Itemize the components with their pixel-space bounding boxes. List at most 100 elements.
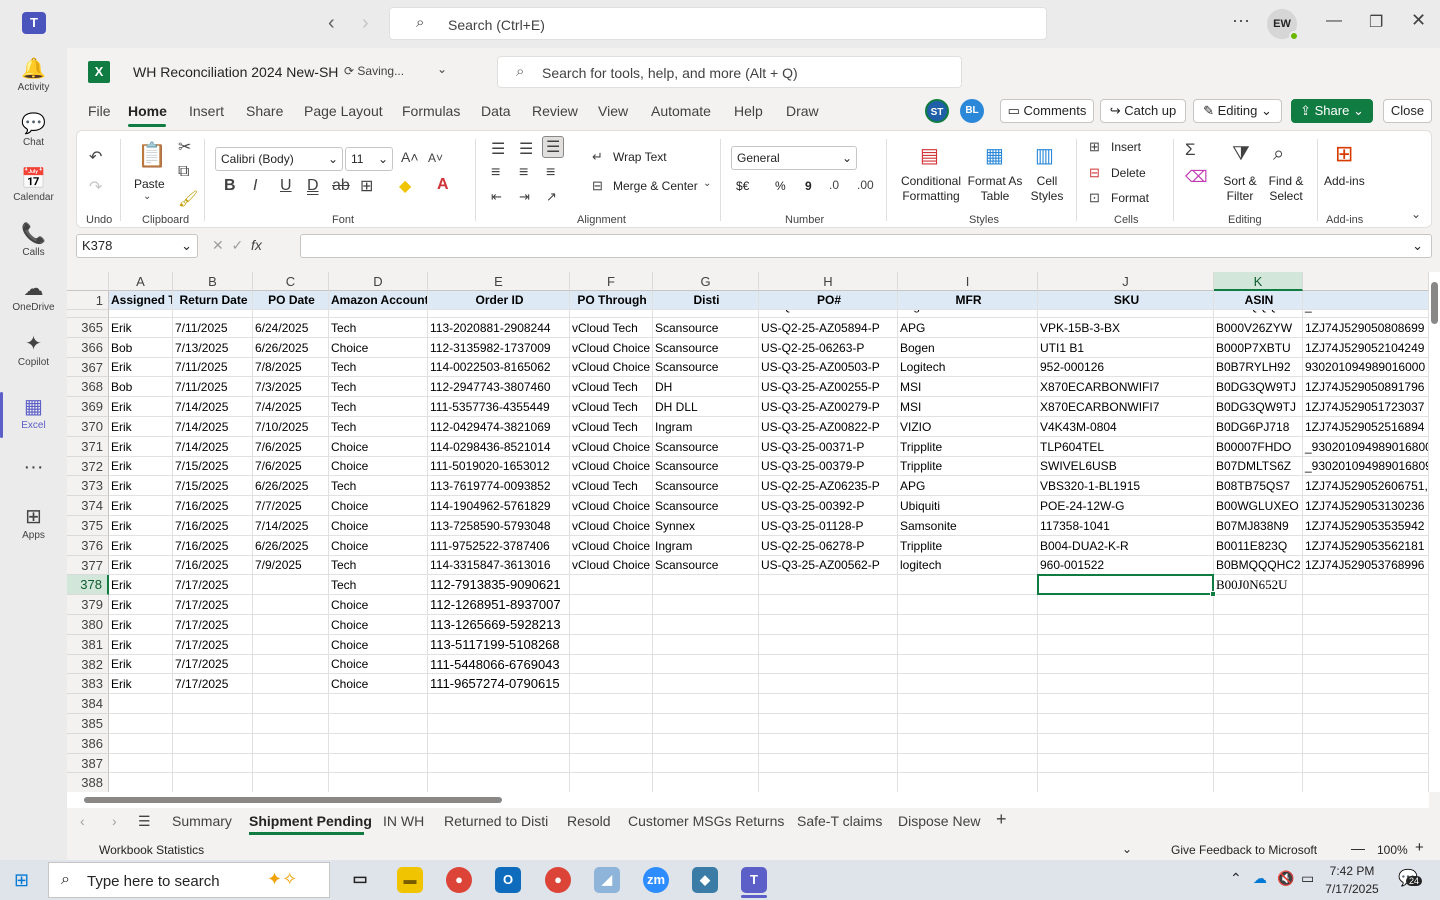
table-cell[interactable] [109, 734, 173, 754]
header-cell[interactable]: MFR [898, 291, 1038, 310]
chevron-up-icon[interactable]: ⌃ [1230, 870, 1242, 887]
prev-sheet-icon[interactable]: ‹ [80, 813, 85, 829]
table-cell[interactable]: 6/24/2025 [253, 318, 329, 338]
table-cell[interactable] [898, 754, 1038, 773]
table-cell[interactable] [1038, 734, 1214, 754]
table-cell[interactable]: Erik [109, 575, 173, 595]
table-cell[interactable] [428, 694, 570, 714]
table-cell[interactable] [253, 734, 329, 754]
table-cell[interactable] [253, 773, 329, 792]
fill-handle[interactable] [1210, 591, 1216, 597]
table-cell[interactable]: US-Q3-25-00371-P [759, 437, 898, 457]
decrease-font-icon[interactable]: A˅ [428, 151, 443, 165]
table-cell[interactable]: US-Q3-25-00392-P [759, 496, 898, 516]
table-cell[interactable]: Erik [109, 417, 173, 437]
increase-indent-icon[interactable]: ⇥ [519, 189, 530, 205]
header-cell[interactable]: PO Date [253, 291, 329, 310]
sheet-tab-summary[interactable]: Summary [172, 813, 232, 829]
column-header-E[interactable]: E [428, 272, 570, 291]
double-underline-icon[interactable]: D [307, 177, 319, 195]
table-cell[interactable] [329, 734, 428, 754]
table-cell[interactable]: 111-5357736-4355449 [428, 397, 570, 417]
cell-styles-button[interactable]: Cell Styles [1027, 174, 1067, 204]
table-cell[interactable]: Tech [329, 377, 428, 397]
table-cell[interactable] [1214, 694, 1303, 714]
table-cell[interactable]: US-Q3-25-AZ00255-P [759, 377, 898, 397]
row-header[interactable]: 370 [67, 417, 109, 437]
paste-button[interactable]: Paste [134, 177, 165, 191]
table-cell[interactable] [898, 595, 1038, 615]
row-header[interactable]: 380 [67, 615, 109, 635]
table-cell[interactable]: Choice [329, 437, 428, 457]
header-cell[interactable]: Assigned To [109, 291, 173, 310]
rail-onedrive[interactable]: ☁ OneDrive [0, 276, 67, 313]
table-cell[interactable]: 7/17/2025 [173, 674, 253, 694]
table-cell[interactable]: vCloud Tech [570, 417, 653, 437]
table-cell[interactable]: DH DLL [653, 397, 759, 417]
conditional-formatting-icon[interactable]: ▤ [920, 143, 939, 168]
table-cell[interactable] [570, 694, 653, 714]
table-cell[interactable]: Erik [109, 496, 173, 516]
table-cell[interactable]: 7/15/2025 [173, 476, 253, 496]
chevron-down-icon[interactable]: ⌄ [143, 191, 151, 202]
table-cell[interactable]: vCloud Choice [570, 516, 653, 536]
table-cell[interactable] [1303, 714, 1429, 734]
row-header[interactable]: 376 [67, 536, 109, 556]
column-header-B[interactable]: B [173, 272, 253, 291]
more-options-icon[interactable]: ··· [1232, 10, 1250, 31]
table-cell[interactable]: 7/14/2025 [253, 516, 329, 536]
underline-icon[interactable]: U [280, 177, 292, 195]
table-cell[interactable]: Choice [329, 457, 428, 476]
clear-icon[interactable]: ⌫ [1185, 167, 1208, 187]
table-cell[interactable] [1038, 674, 1214, 694]
table-cell[interactable]: B00007FHDO [1214, 437, 1303, 457]
table-cell[interactable] [1303, 635, 1429, 655]
table-cell[interactable]: US-Q2-25-AZ06235-P [759, 476, 898, 496]
table-cell[interactable] [898, 734, 1038, 754]
column-header-F[interactable]: F [570, 272, 653, 291]
workbook-name[interactable]: WH Reconciliation 2024 New-SH [133, 64, 338, 80]
table-cell[interactable] [253, 635, 329, 655]
zoom-icon[interactable]: zm [643, 867, 669, 893]
column-header-G[interactable]: G [653, 272, 759, 291]
table-cell[interactable]: Tech [329, 476, 428, 496]
comments-button[interactable]: ▭ Comments [1000, 99, 1094, 123]
table-cell[interactable] [1214, 595, 1303, 615]
taskbar-clock[interactable]: 7:42 PM 7/17/2025 [1320, 862, 1384, 898]
table-cell[interactable] [898, 615, 1038, 635]
table-cell[interactable] [1303, 734, 1429, 754]
table-cell[interactable]: vCloud Choice [570, 338, 653, 358]
font-size-select[interactable]: 11 ⌄ [345, 147, 393, 171]
table-cell[interactable]: Scansource [653, 457, 759, 476]
header-cell[interactable]: ASIN [1214, 291, 1303, 310]
table-cell[interactable] [653, 714, 759, 734]
formula-input[interactable]: ⌄ [300, 234, 1432, 258]
header-cell[interactable]: Return Date [173, 291, 253, 310]
table-cell[interactable]: Scansource [653, 496, 759, 516]
font-color-icon[interactable]: A [437, 176, 449, 194]
column-header-D[interactable]: D [329, 272, 428, 291]
tab-automate[interactable]: Automate [651, 103, 711, 119]
cancel-icon[interactable]: ✕ [212, 237, 224, 253]
chevron-down-icon[interactable]: ⌄ [1122, 842, 1132, 856]
align-left-icon[interactable]: ≡ [491, 164, 500, 182]
table-cell[interactable]: Ingram [653, 536, 759, 556]
table-cell[interactable] [1214, 615, 1303, 635]
vertical-scroll-thumb[interactable] [1431, 282, 1438, 324]
table-cell[interactable]: VPK-15B-3-BX [1038, 318, 1214, 338]
table-cell[interactable]: B0B7RYLH92 [1214, 358, 1303, 377]
table-cell[interactable]: 111-5448066-6769043 [428, 655, 570, 674]
table-cell[interactable]: APG [898, 476, 1038, 496]
table-cell[interactable]: logitech [898, 556, 1038, 575]
table-cell[interactable]: X870ECARBONWIFI7 [1038, 397, 1214, 417]
table-cell[interactable]: Tech [329, 575, 428, 595]
table-cell[interactable] [759, 714, 898, 734]
column-header-C[interactable]: C [253, 272, 329, 291]
tools-search-input[interactable]: ⌕ Search for tools, help, and more (Alt … [497, 56, 962, 88]
table-cell[interactable]: 960-001522 [1038, 556, 1214, 575]
table-cell[interactable]: Choice [329, 655, 428, 674]
header-cell[interactable]: PO Through [570, 291, 653, 310]
chevron-down-icon[interactable]: ⌄ [703, 178, 711, 189]
wrap-text-button[interactable]: Wrap Text [613, 150, 667, 164]
row-header[interactable]: 378 [67, 575, 109, 595]
